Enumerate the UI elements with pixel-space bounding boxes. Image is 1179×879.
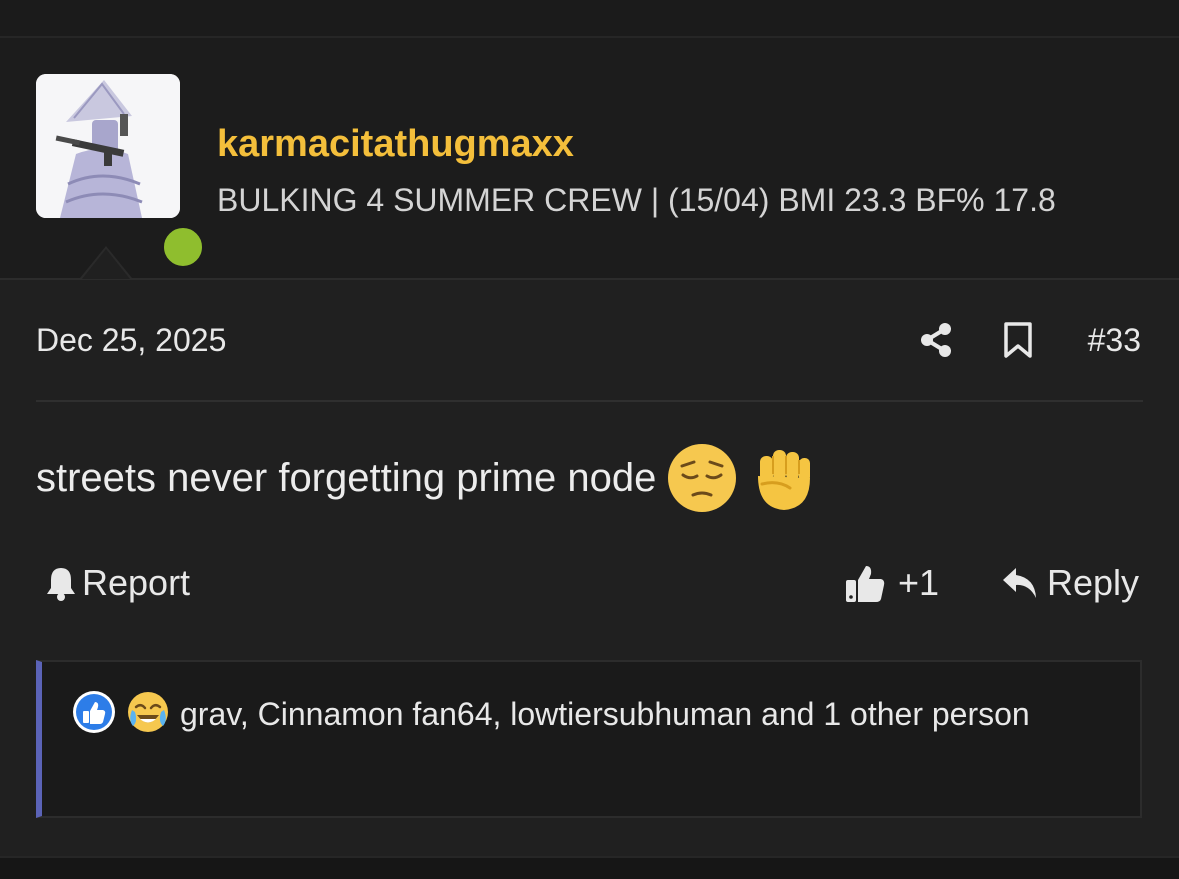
top-strip xyxy=(0,0,1179,38)
bottom-divider xyxy=(0,856,1179,858)
reactions-summary: grav, Cinnamon fan64, lowtiersubhuman an… xyxy=(72,690,1092,738)
post-actions: Report +1 Reply xyxy=(36,562,1143,608)
avatar-wrap[interactable] xyxy=(36,74,208,272)
bell-icon xyxy=(47,568,75,601)
header-pointer xyxy=(80,246,132,279)
username[interactable]: karmacitathugmaxx xyxy=(217,122,574,166)
avatar[interactable] xyxy=(36,74,180,218)
share-icon[interactable] xyxy=(918,320,954,360)
raised-fist-emoji xyxy=(748,442,820,514)
post-meta-row: Dec 25, 2025 #33 xyxy=(36,320,1143,364)
report-button[interactable]: Report xyxy=(44,562,190,604)
like-count: +1 xyxy=(898,562,940,603)
reply-label: Reply xyxy=(1046,562,1139,603)
reply-button[interactable]: Reply xyxy=(1001,562,1139,604)
joy-reaction-icon xyxy=(126,690,170,734)
reply-arrow-icon xyxy=(1002,568,1036,598)
report-label: Report xyxy=(82,562,191,603)
user-title: BULKING 4 SUMMER CREW | (15/04) BMI 23.3… xyxy=(217,182,1056,218)
post-number[interactable]: #33 xyxy=(1088,320,1141,360)
thumbs-up-icon xyxy=(846,566,885,602)
post-container: karmacitathugmaxx BULKING 4 SUMMER CREW … xyxy=(0,38,1179,856)
reactions-names[interactable]: grav, Cinnamon fan64, lowtiersubhuman an… xyxy=(180,696,1030,732)
post-date[interactable]: Dec 25, 2025 xyxy=(36,320,226,360)
like-button[interactable]: +1 xyxy=(844,562,939,604)
pensive-face-emoji xyxy=(666,442,738,514)
post-message-text: streets never forgetting prime node xyxy=(36,455,657,500)
like-reaction-icon xyxy=(72,690,116,734)
bookmark-icon[interactable] xyxy=(1000,320,1036,360)
user-header: karmacitathugmaxx BULKING 4 SUMMER CREW … xyxy=(0,38,1179,280)
reactions-bar[interactable]: grav, Cinnamon fan64, lowtiersubhuman an… xyxy=(36,660,1142,818)
post-message: streets never forgetting prime node xyxy=(36,438,820,518)
divider xyxy=(36,400,1143,402)
online-status-dot xyxy=(158,222,208,272)
